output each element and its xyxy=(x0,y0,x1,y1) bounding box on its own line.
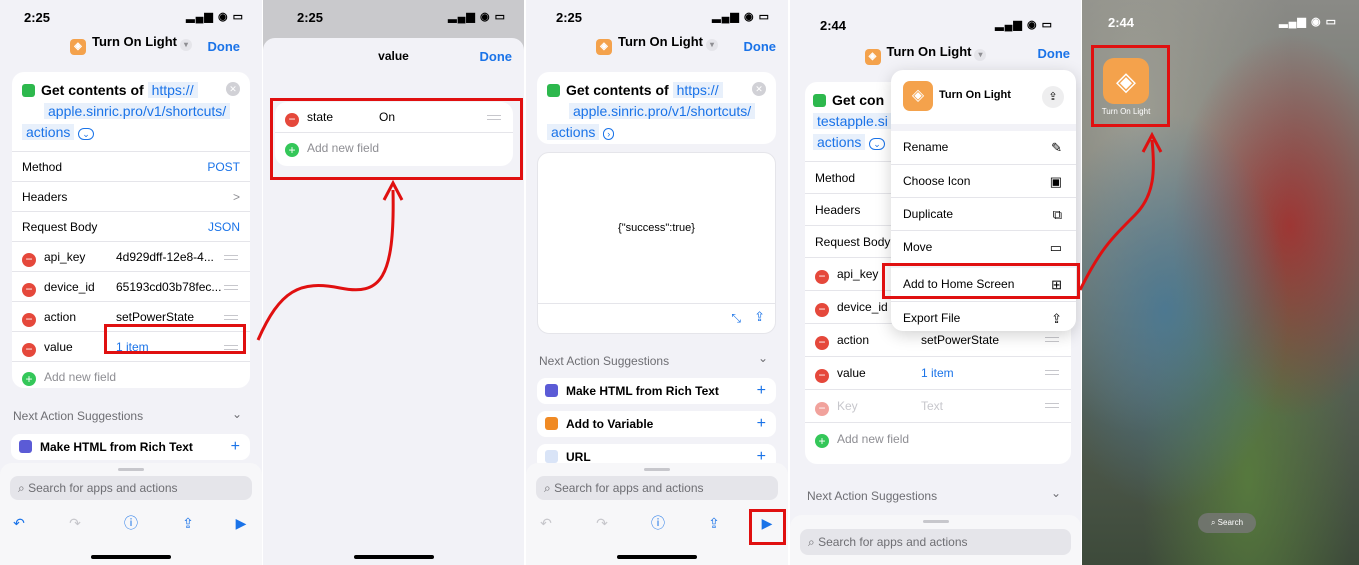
annotation-arrows xyxy=(256,131,1163,341)
arrow-to-dictionary xyxy=(256,189,395,341)
arrow-to-home-icon xyxy=(1078,139,1155,291)
